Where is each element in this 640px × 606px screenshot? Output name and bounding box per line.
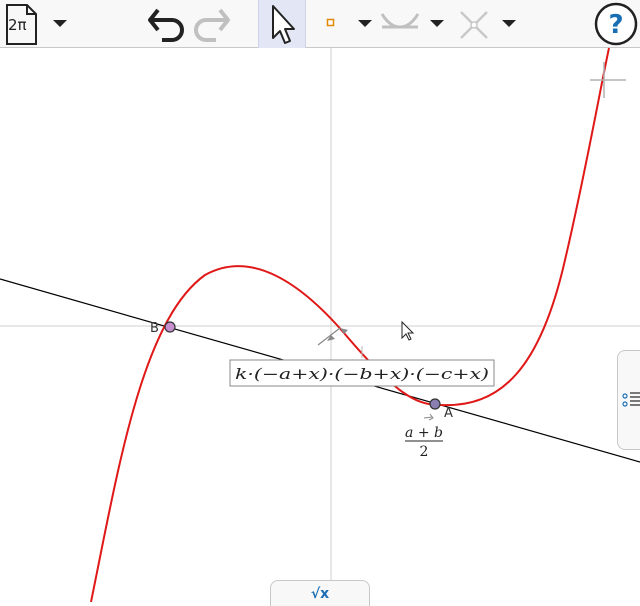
svg-text:?: ? xyxy=(608,10,623,40)
help-icon: ? xyxy=(594,2,638,46)
formula-label[interactable]: k·(−a+x)·(−b+x)·(−c+x) xyxy=(229,359,495,387)
toolbar: 2π ? xyxy=(0,0,640,48)
help-button[interactable]: ? xyxy=(592,0,640,48)
slider-icon xyxy=(380,13,420,29)
move-tool-button[interactable] xyxy=(258,0,306,48)
slider-tool-caret[interactable] xyxy=(430,20,444,27)
intersect-icon xyxy=(460,11,488,39)
algebra-view-icon xyxy=(622,392,640,407)
svg-text:a + b: a + b xyxy=(405,425,443,441)
slider-tool-button[interactable] xyxy=(378,0,422,48)
redo-icon xyxy=(194,8,230,42)
input-bar-icon: √x xyxy=(310,585,330,602)
fraction-label: a + b 2 xyxy=(405,413,443,460)
pointer-icon xyxy=(272,5,295,44)
svg-text:2: 2 xyxy=(420,444,429,460)
intersect-tool-button[interactable] xyxy=(456,0,492,48)
move-handle[interactable] xyxy=(317,327,363,358)
point-icon xyxy=(326,18,335,27)
redo-button[interactable] xyxy=(190,0,234,48)
svg-text:B: B xyxy=(150,321,159,336)
point-tool-button[interactable] xyxy=(318,0,344,48)
doc-label: 2π xyxy=(8,16,27,34)
cursor-icon xyxy=(401,320,415,341)
svg-text:k·(−a+x)·(−b+x)·(−c+x): k·(−a+x)·(−b+x)·(−c+x) xyxy=(235,365,489,383)
crosshair-icon xyxy=(590,62,626,98)
graphics-svg: k·(−a+x)·(−b+x)·(−c+x) a + b 2 B A xyxy=(0,48,640,602)
algebra-view-toggle[interactable] xyxy=(617,350,640,450)
intersect-tool-caret[interactable] xyxy=(502,20,516,27)
point-tool-caret[interactable] xyxy=(358,20,372,27)
undo-icon xyxy=(148,8,184,42)
file-menu-caret[interactable] xyxy=(53,20,67,27)
svg-text:A: A xyxy=(444,406,453,421)
input-bar-toggle[interactable]: √x xyxy=(270,580,370,606)
graphics-view[interactable]: k·(−a+x)·(−b+x)·(−c+x) a + b 2 B A xyxy=(0,48,640,602)
new-file-button[interactable]: 2π xyxy=(0,0,48,48)
point-a[interactable]: A xyxy=(429,398,453,421)
undo-button[interactable] xyxy=(144,0,188,48)
